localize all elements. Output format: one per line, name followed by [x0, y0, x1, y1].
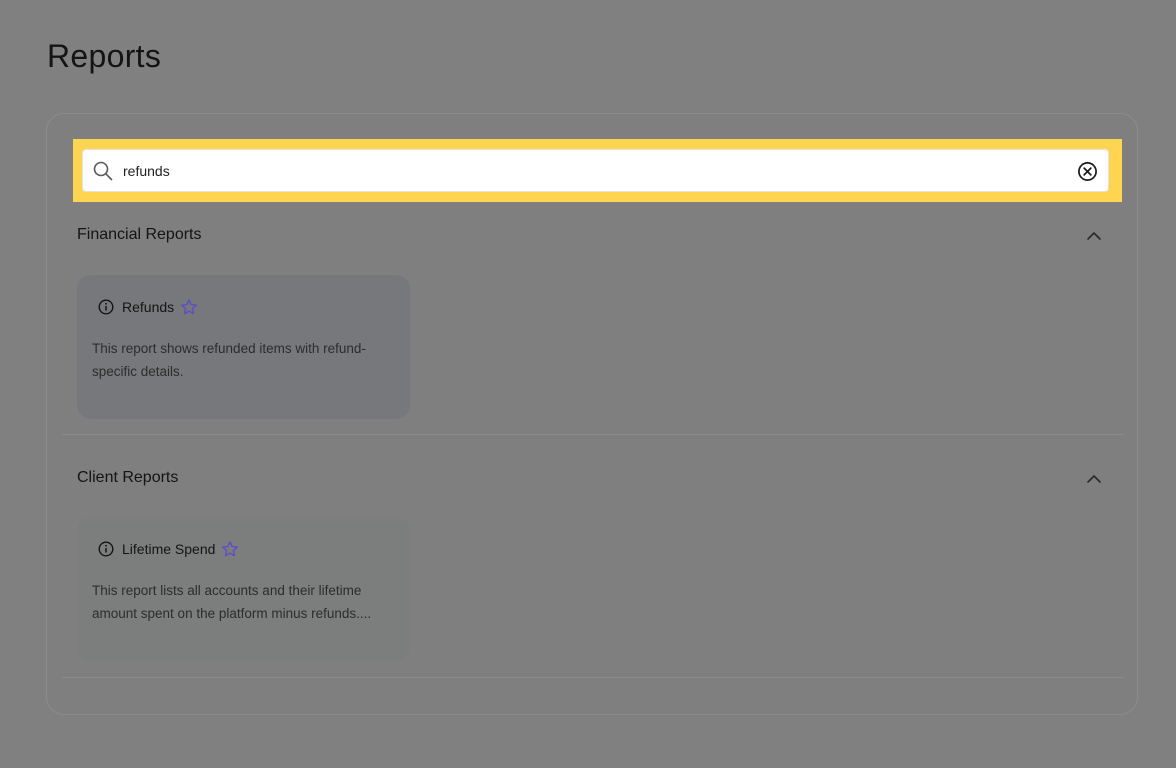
info-icon[interactable]: [98, 299, 114, 315]
section-divider: [62, 434, 1124, 435]
card-title: Refunds: [122, 299, 175, 315]
search-value: refunds: [123, 163, 170, 179]
section-header-financial-reports[interactable]: Financial Reports: [77, 221, 1117, 251]
section-header-client-reports[interactable]: Client Reports: [77, 464, 1117, 494]
chevron-up-icon[interactable]: [1085, 470, 1103, 488]
clear-search-icon[interactable]: [1077, 161, 1098, 182]
section-title: Client Reports: [77, 469, 179, 486]
star-icon[interactable]: [221, 540, 239, 558]
star-icon[interactable]: [180, 298, 198, 316]
search-icon: [93, 161, 113, 181]
card-description: This report shows refunded items with re…: [92, 341, 366, 379]
report-card-refunds[interactable]: Refunds This report shows refunded items…: [77, 275, 410, 419]
card-title: Lifetime Spend: [122, 541, 216, 557]
section-divider: [62, 677, 1124, 678]
search-input[interactable]: refunds: [82, 149, 1109, 192]
info-icon[interactable]: [98, 541, 114, 557]
page-title: Reports: [47, 38, 162, 74]
chevron-up-icon[interactable]: [1085, 227, 1103, 245]
card-description: This report lists all accounts and their…: [92, 583, 372, 621]
report-card-lifetime-spend[interactable]: Lifetime Spend This report lists all acc…: [77, 517, 410, 661]
section-title: Financial Reports: [77, 226, 202, 243]
